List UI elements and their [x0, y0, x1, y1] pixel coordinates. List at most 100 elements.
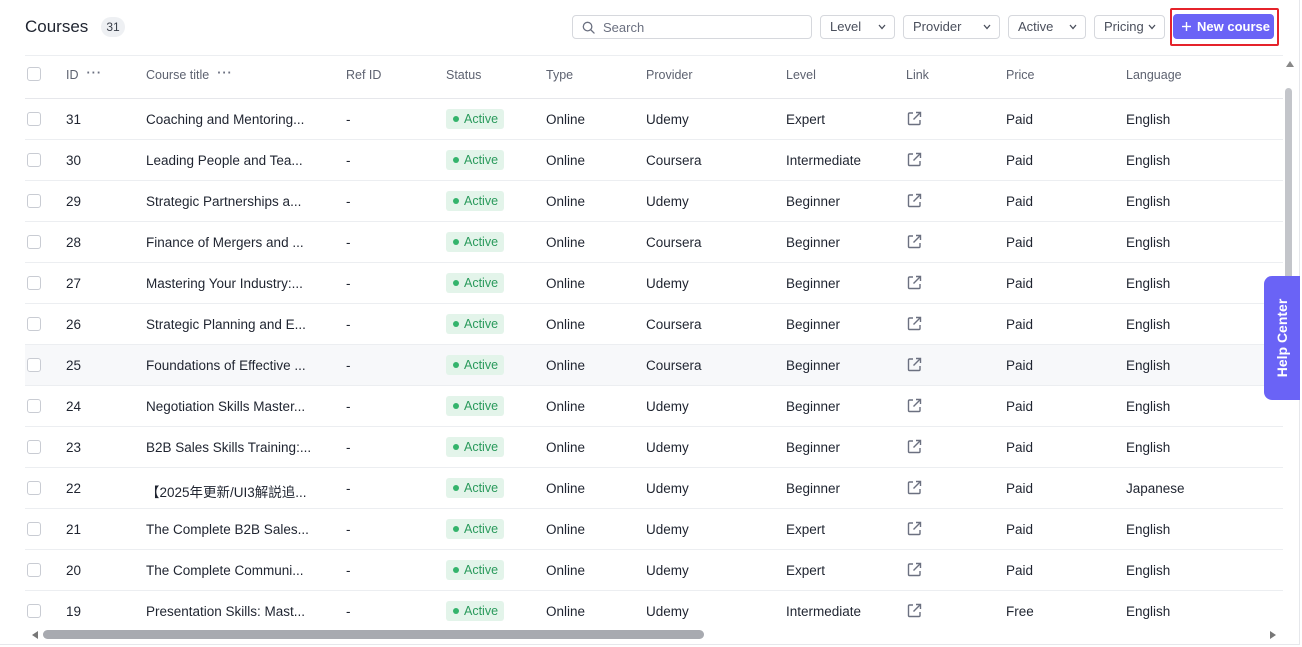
course-title[interactable]: Strategic Partnerships a... [146, 194, 301, 209]
column-header-status[interactable]: Status [446, 68, 481, 82]
active-filter-dropdown[interactable]: Active [1008, 15, 1086, 39]
course-title[interactable]: Negotiation Skills Master... [146, 399, 305, 414]
external-link-icon[interactable] [906, 274, 923, 291]
search-box[interactable] [572, 15, 812, 39]
course-id: 24 [66, 399, 82, 414]
row-checkbox[interactable] [27, 604, 41, 618]
course-price: Paid [1006, 235, 1034, 250]
table-row[interactable]: 27 Mastering Your Industry:... - Active Onli… [25, 263, 1283, 304]
external-link-icon[interactable] [906, 520, 923, 537]
course-provider: Udemy [646, 194, 689, 209]
course-level: Beginner [786, 235, 841, 250]
row-checkbox[interactable] [27, 112, 41, 126]
course-level: Expert [786, 563, 826, 578]
course-title[interactable]: Leading People and Tea... [146, 153, 303, 168]
row-checkbox[interactable] [27, 317, 41, 331]
chevron-down-icon [878, 24, 886, 30]
select-all-checkbox[interactable] [27, 67, 41, 81]
row-checkbox[interactable] [27, 399, 41, 413]
course-title[interactable]: Foundations of Effective ... [146, 358, 306, 373]
table-row[interactable]: 28 Finance of Mergers and ... - Active Onlin… [25, 222, 1283, 263]
course-id: 23 [66, 440, 82, 455]
pricing-filter-dropdown[interactable]: Pricing [1094, 15, 1165, 39]
column-header-course-title[interactable]: Course title ··· [146, 66, 233, 82]
row-checkbox[interactable] [27, 276, 41, 290]
course-title[interactable]: The Complete B2B Sales... [146, 522, 309, 537]
course-title[interactable]: The Complete Communi... [146, 563, 304, 578]
external-link-icon[interactable] [906, 397, 923, 414]
course-level: Intermediate [786, 153, 862, 168]
row-checkbox[interactable] [27, 563, 41, 577]
table-row[interactable]: 24 Negotiation Skills Master... - Active Onl… [25, 386, 1283, 427]
course-title[interactable]: Finance of Mergers and ... [146, 235, 304, 250]
scroll-right-arrow-icon[interactable] [1270, 631, 1276, 639]
search-input[interactable] [603, 18, 803, 36]
course-title[interactable]: 【2025年更新/UI3解説追... [146, 481, 307, 501]
course-type: Online [546, 317, 586, 332]
level-filter-dropdown[interactable]: Level [820, 15, 895, 39]
table-row[interactable]: 21 The Complete B2B Sales... - Active Online… [25, 509, 1283, 550]
external-link-icon[interactable] [906, 561, 923, 578]
course-level: Intermediate [786, 604, 862, 619]
row-checkbox[interactable] [27, 358, 41, 372]
column-header-type[interactable]: Type [546, 68, 573, 82]
course-price: Paid [1006, 440, 1034, 455]
scroll-left-arrow-icon[interactable] [32, 631, 38, 639]
external-link-icon[interactable] [906, 438, 923, 455]
status-badge: Active [446, 232, 505, 252]
table-row[interactable]: 25 Foundations of Effective ... - Active Onl… [25, 345, 1283, 386]
table-row[interactable]: 22 【2025年更新/UI3解説追... - Active Online Udemy Be… [25, 468, 1283, 509]
table-row[interactable]: 23 B2B Sales Skills Training:... - Active On… [25, 427, 1283, 468]
course-title[interactable]: Strategic Planning and E... [146, 317, 306, 332]
course-title[interactable]: Presentation Skills: Mast... [146, 604, 305, 619]
course-id: 19 [66, 604, 82, 619]
course-id: 21 [66, 522, 82, 537]
table-row[interactable]: 19 Presentation Skills: Mast... - Active Onl… [25, 591, 1283, 627]
help-center-tab[interactable]: Help Center [1264, 276, 1300, 400]
provider-filter-dropdown[interactable]: Provider [903, 15, 1000, 39]
course-title[interactable]: Coaching and Mentoring... [146, 112, 304, 127]
table-row[interactable]: 29 Strategic Partnerships a... - Active Onli… [25, 181, 1283, 222]
status-badge: Active [446, 396, 505, 416]
column-header-id[interactable]: ID ··· [66, 66, 103, 82]
course-ref-id: - [346, 358, 351, 373]
table-row[interactable]: 31 Coaching and Mentoring... - Active Online… [25, 99, 1283, 140]
external-link-icon[interactable] [906, 602, 923, 619]
external-link-icon[interactable] [906, 233, 923, 250]
more-dots-icon[interactable]: ··· [87, 66, 103, 80]
horizontal-scrollbar-thumb[interactable] [43, 630, 704, 639]
external-link-icon[interactable] [906, 110, 923, 127]
table-row[interactable]: 20 The Complete Communi... - Active Online Ud… [25, 550, 1283, 591]
column-header-provider[interactable]: Provider [646, 68, 693, 82]
column-header-price[interactable]: Price [1006, 68, 1034, 82]
row-checkbox[interactable] [27, 194, 41, 208]
course-title[interactable]: B2B Sales Skills Training:... [146, 440, 311, 455]
table-row[interactable]: 30 Leading People and Tea... - Active Online… [25, 140, 1283, 181]
course-level: Beginner [786, 194, 841, 209]
status-badge: Active [446, 437, 505, 457]
column-header-language[interactable]: Language [1126, 68, 1182, 82]
more-dots-icon[interactable]: ··· [217, 66, 233, 80]
column-header-level[interactable]: Level [786, 68, 816, 82]
scroll-up-arrow-icon[interactable] [1286, 61, 1294, 67]
status-badge: Active [446, 355, 505, 375]
row-checkbox[interactable] [27, 153, 41, 167]
external-link-icon[interactable] [906, 356, 923, 373]
new-course-button[interactable]: New course [1173, 14, 1274, 39]
row-checkbox[interactable] [27, 235, 41, 249]
external-link-icon[interactable] [906, 315, 923, 332]
column-header-link[interactable]: Link [906, 68, 929, 82]
row-checkbox[interactable] [27, 440, 41, 454]
table-row[interactable]: 26 Strategic Planning and E... - Active Onli… [25, 304, 1283, 345]
row-checkbox[interactable] [27, 522, 41, 536]
course-title[interactable]: Mastering Your Industry:... [146, 276, 303, 291]
external-link-icon[interactable] [906, 151, 923, 168]
plus-icon [1182, 22, 1191, 31]
column-header-ref-id[interactable]: Ref ID [346, 68, 381, 82]
course-language: English [1126, 604, 1171, 619]
row-checkbox[interactable] [27, 481, 41, 495]
course-provider: Coursera [646, 317, 702, 332]
chevron-down-icon [1069, 24, 1077, 30]
external-link-icon[interactable] [906, 479, 923, 496]
external-link-icon[interactable] [906, 192, 923, 209]
